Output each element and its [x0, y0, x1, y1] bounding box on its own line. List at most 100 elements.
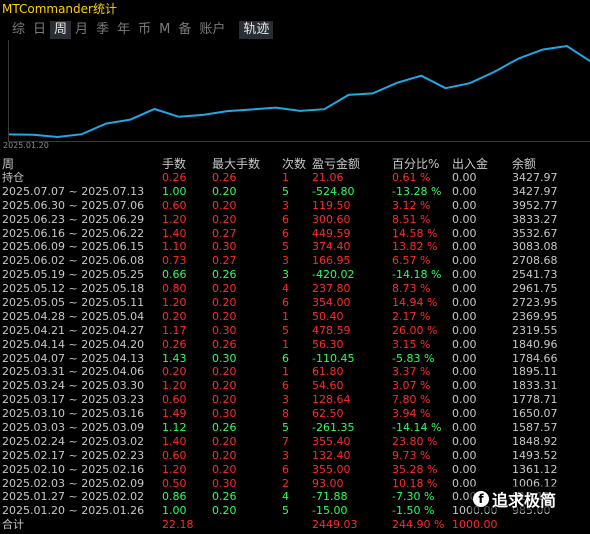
table-row[interactable]: 2025.06.02 ~ 2025.06.08 0.73 0.27 3 166.95 6.…	[0, 254, 590, 268]
total-label: 合计	[2, 518, 24, 532]
table-row[interactable]: 2025.02.24 ~ 2025.03.02 1.40 0.20 7 355.40 23…	[0, 435, 590, 449]
table-row[interactable]: 2025.04.21 ~ 2025.04.27 1.17 0.30 5 478.59 26…	[0, 324, 590, 338]
row-lots: 1.43	[162, 351, 187, 365]
row-count: 3	[282, 268, 289, 282]
row-lots: 0.60	[162, 393, 187, 407]
chart-start-date: 2025.01.20	[3, 141, 49, 150]
table-row[interactable]: 2025.02.10 ~ 2025.02.16 1.20 0.20 6 355.00 35…	[0, 463, 590, 477]
row-count: 3	[282, 254, 289, 268]
tab-account[interactable]: 账户	[195, 21, 229, 39]
row-percent: 3.94 %	[392, 407, 431, 421]
row-percent: -13.28 %	[392, 184, 442, 198]
tab-year[interactable]: 年	[113, 21, 134, 39]
table-row[interactable]: 2025.04.14 ~ 2025.04.20 0.26 0.26 1 56.30 3.1…	[0, 338, 590, 352]
row-count: 6	[282, 351, 289, 365]
header-io[interactable]: 出入金	[452, 157, 488, 171]
row-lots: 1.12	[162, 421, 187, 435]
row-balance: 2541.73	[512, 268, 558, 282]
row-percent: -1.50 %	[392, 504, 435, 518]
table-header: 周 手数 最大手数 次数 盈亏金额 百分比% 出入金 余额	[0, 157, 590, 171]
header-pnl[interactable]: 盈亏金额	[312, 157, 360, 171]
row-pnl: -110.45	[312, 351, 355, 365]
row-count: 6	[282, 379, 289, 393]
row-balance: 1895.11	[512, 365, 558, 379]
row-week: 2025.06.16 ~ 2025.06.22	[2, 226, 145, 240]
row-lots: 1.20	[162, 379, 187, 393]
table-row[interactable]: 2025.03.10 ~ 2025.03.16 1.49 0.30 8 62.50 3.9…	[0, 407, 590, 421]
row-count: 6	[282, 212, 289, 226]
table-row[interactable]: 2025.04.07 ~ 2025.04.13 1.43 0.30 6 -110.45 -…	[0, 352, 590, 366]
row-week: 2025.05.12 ~ 2025.05.18	[2, 282, 145, 296]
row-week: 2025.03.17 ~ 2025.03.23	[2, 393, 145, 407]
row-balance: 1493.52	[512, 448, 558, 462]
row-week: 2025.04.21 ~ 2025.04.27	[2, 323, 145, 337]
table-row[interactable]: 2025.06.23 ~ 2025.06.29 1.20 0.20 6 300.60 8.…	[0, 213, 590, 227]
table-row[interactable]: 2025.02.17 ~ 2025.02.23 0.60 0.20 3 132.40 9.…	[0, 449, 590, 463]
tab-backup[interactable]: 备	[174, 21, 195, 39]
row-balance: 3833.27	[512, 212, 558, 226]
table-row[interactable]: 2025.03.24 ~ 2025.03.30 1.20 0.20 6 54.60 3.0…	[0, 379, 590, 393]
table-row[interactable]: 2025.05.19 ~ 2025.05.25 0.66 0.26 3 -420.02 -…	[0, 268, 590, 282]
header-balance[interactable]: 余额	[512, 157, 536, 171]
row-percent: -7.30 %	[392, 490, 435, 504]
table-row[interactable]: 2025.07.07 ~ 2025.07.13 1.00 0.20 5 -524.80 -…	[0, 185, 590, 199]
row-io: 0.00	[452, 212, 477, 226]
tab-m[interactable]: M	[155, 21, 174, 39]
table-row[interactable]: 2025.05.12 ~ 2025.05.18 0.80 0.20 4 237.80 8.…	[0, 282, 590, 296]
header-lots[interactable]: 手数	[162, 157, 186, 171]
row-week: 2025.02.17 ~ 2025.02.23	[2, 448, 145, 462]
row-count: 1	[282, 337, 289, 351]
header-max-lots[interactable]: 最大手数	[212, 157, 260, 171]
tab-day[interactable]: 日	[29, 21, 50, 39]
holding-max-lots: 0.26	[212, 171, 237, 184]
tab-overview[interactable]: 综	[8, 21, 29, 39]
row-pnl: 56.30	[312, 337, 344, 351]
table-row[interactable]: 2025.06.09 ~ 2025.06.15 1.10 0.30 5 374.40 13…	[0, 240, 590, 254]
tab-quarter[interactable]: 季	[92, 21, 113, 39]
table-row[interactable]: 2025.03.31 ~ 2025.04.06 0.20 0.20 1 61.80 3.3…	[0, 365, 590, 379]
row-percent: 14.58 %	[392, 226, 438, 240]
row-max-lots: 0.27	[212, 226, 237, 240]
row-lots: 1.20	[162, 462, 187, 476]
row-week: 2025.06.09 ~ 2025.06.15	[2, 240, 145, 254]
row-max-lots: 0.26	[212, 268, 237, 282]
row-balance: 1778.71	[512, 393, 558, 407]
row-io: 0.00	[452, 198, 477, 212]
total-percent: 244.90 %	[392, 518, 445, 532]
watermark-text: 追求极简	[492, 491, 557, 510]
row-max-lots: 0.26	[212, 421, 237, 435]
row-pnl: 355.00	[312, 462, 351, 476]
row-balance: 2708.68	[512, 254, 558, 268]
row-balance: 2961.75	[512, 282, 558, 296]
row-lots: 0.73	[162, 254, 187, 268]
header-percent[interactable]: 百分比%	[392, 157, 439, 171]
table-row[interactable]: 2025.04.28 ~ 2025.05.04 0.20 0.20 1 50.40 2.1…	[0, 310, 590, 324]
row-max-lots: 0.20	[212, 434, 237, 448]
row-io: 0.00	[452, 351, 477, 365]
row-week: 2025.02.24 ~ 2025.03.02	[2, 434, 145, 448]
header-count[interactable]: 次数	[282, 157, 306, 171]
row-io: 0.00	[452, 462, 477, 476]
row-balance: 3952.77	[512, 198, 558, 212]
table-row[interactable]: 2025.03.17 ~ 2025.03.23 0.60 0.20 3 128.64 7.…	[0, 393, 590, 407]
row-week: 2025.04.14 ~ 2025.04.20	[2, 337, 145, 351]
total-lots: 22.18	[162, 518, 194, 532]
table-row[interactable]: 2025.06.16 ~ 2025.06.22 1.40 0.27 6 449.59 14…	[0, 227, 590, 241]
tab-week[interactable]: 周	[50, 21, 72, 39]
header-week[interactable]: 周	[2, 157, 14, 171]
row-lots: 1.20	[162, 212, 187, 226]
table-row[interactable]: 2025.03.03 ~ 2025.03.09 1.12 0.26 5 -261.35 -…	[0, 421, 590, 435]
row-max-lots: 0.20	[212, 379, 237, 393]
table-row[interactable]: 2025.05.05 ~ 2025.05.11 1.20 0.20 6 354.00 14…	[0, 296, 590, 310]
tab-trajectory[interactable]: 轨迹	[239, 21, 274, 39]
row-week: 2025.02.03 ~ 2025.02.09	[2, 476, 145, 490]
table-row[interactable]: 2025.06.30 ~ 2025.07.06 0.60 0.20 3 119.50 3.…	[0, 199, 590, 213]
row-count: 6	[282, 296, 289, 310]
holding-row[interactable]: 持仓 0.26 0.26 1 21.06 0.61 % 0.00 3427.97	[0, 171, 590, 185]
row-pnl: -15.00	[312, 504, 348, 518]
row-max-lots: 0.30	[212, 323, 237, 337]
row-week: 2025.04.28 ~ 2025.05.04	[2, 309, 145, 323]
tab-month[interactable]: 月	[71, 21, 92, 39]
tab-currency[interactable]: 币	[134, 21, 155, 39]
row-lots: 0.66	[162, 268, 187, 282]
